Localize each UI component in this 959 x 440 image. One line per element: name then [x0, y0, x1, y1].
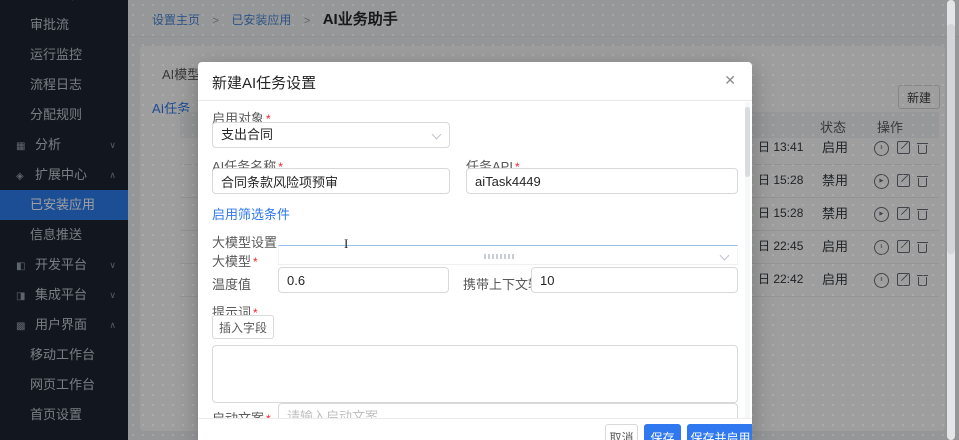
- app-root: 业务流程 审批流 运行监控 流程日志 分配规则 ▦分析 ∨ ◈扩展中心 ∧ 已安…: [0, 0, 959, 440]
- temperature-label: 温度值: [212, 274, 251, 293]
- prompt-textarea[interactable]: [212, 345, 738, 403]
- page-scrollbar-thumb[interactable]: [947, 24, 955, 254]
- modal-scrollbar[interactable]: [745, 102, 750, 440]
- save-and-enable-button[interactable]: 保存并启用: [687, 424, 752, 440]
- save-button[interactable]: 保存: [644, 424, 681, 440]
- model-section-label: 大模型设置: [212, 232, 277, 251]
- insert-field-button[interactable]: 插入字段: [212, 315, 274, 339]
- close-icon[interactable]: ✕: [724, 72, 736, 89]
- enable-target-select[interactable]: 支出合同: [212, 122, 450, 148]
- chevron-down-icon: [720, 251, 730, 261]
- text-cursor: I: [344, 236, 348, 252]
- temperature-input[interactable]: [278, 267, 449, 293]
- page-scrollbar[interactable]: [947, 0, 955, 440]
- chevron-down-icon: [432, 130, 442, 140]
- context-rounds-input[interactable]: [531, 267, 738, 293]
- task-api-input[interactable]: [466, 168, 738, 194]
- task-name-input[interactable]: [212, 168, 450, 194]
- enable-filter-link[interactable]: 启用筛选条件: [212, 204, 290, 223]
- enable-target-value: 支出合同: [221, 123, 273, 147]
- cancel-button[interactable]: 取消: [605, 424, 638, 440]
- illegible-faint-text: [484, 254, 514, 259]
- modal-footer: 取消 保存 保存并启用: [198, 418, 752, 440]
- modal-title: 新建AI任务设置: [212, 72, 316, 93]
- modal-header: 新建AI任务设置 ✕: [198, 62, 752, 101]
- modal-scrollbar-thumb[interactable]: [745, 107, 750, 177]
- model-label: 大模型*: [212, 251, 258, 270]
- new-ai-task-modal: 新建AI任务设置 ✕ 启用对象* 支出合同 AI任务名称* 任务API* 启用筛…: [198, 62, 752, 440]
